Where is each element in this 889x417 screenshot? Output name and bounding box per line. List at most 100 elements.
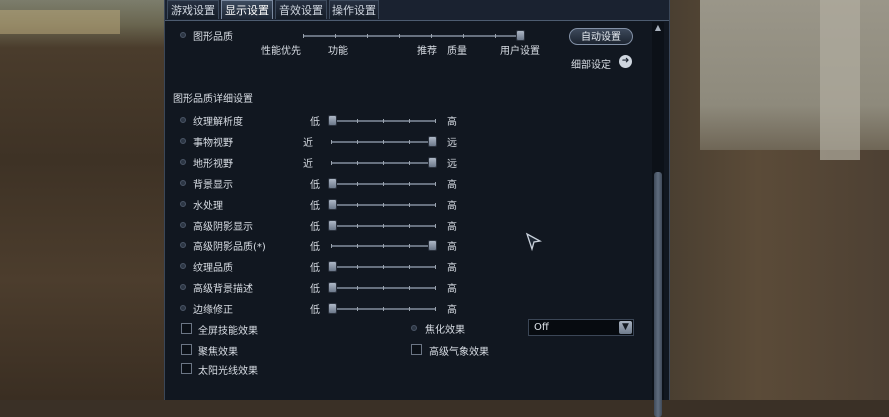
slider-tick: [357, 182, 358, 186]
slider-label: 水处理: [193, 201, 223, 212]
background-wall: [700, 0, 889, 150]
tab-bar: 游戏设置 显示设置 音效设置 操作设置: [165, 0, 669, 21]
slider-tick: [331, 161, 332, 165]
bullet-icon: [180, 201, 186, 207]
slider-tick: [383, 244, 384, 248]
slider-label: 边缘修正: [193, 305, 233, 316]
quality-mark-function: 功能: [328, 46, 348, 57]
slider-max-label: 远: [447, 159, 457, 170]
slider-max-label: 远: [447, 138, 457, 149]
slider-min-label: 低: [310, 180, 320, 191]
bullet-icon: [180, 159, 186, 165]
slider-tick: [435, 286, 436, 290]
tab-display-settings[interactable]: 显示设置: [221, 0, 273, 19]
bullet-icon: [180, 222, 186, 228]
quality-mark-user: 用户设置: [500, 46, 540, 57]
slider-min-label: 低: [310, 117, 320, 128]
bullet-icon: [180, 305, 186, 311]
scrollbar-thumb[interactable]: [654, 172, 662, 417]
bullet-icon: [180, 263, 186, 269]
slider-knob[interactable]: [328, 178, 337, 189]
slider-tick: [331, 140, 332, 144]
blur-effect-value: Off: [534, 322, 549, 333]
slider-label: 高级阴影显示: [193, 222, 253, 233]
slider-tick: [383, 119, 384, 123]
slider-tick: [409, 140, 410, 144]
slider-knob[interactable]: [428, 136, 437, 147]
slider-tick: [435, 203, 436, 207]
slider-tick: [383, 224, 384, 228]
slider-label: 纹理解析度: [193, 117, 243, 128]
bullet-icon: [180, 117, 186, 123]
arrow-right-icon[interactable]: ➜: [619, 55, 632, 68]
quality-mark-recommended: 推荐: [417, 46, 437, 57]
slider-min-label: 低: [310, 305, 320, 316]
slider-tick: [409, 265, 410, 269]
quality-slider-knob[interactable]: [516, 30, 525, 41]
slider-min-label: 近: [303, 138, 313, 149]
slider-label: 地形视野: [193, 159, 233, 170]
quality-tick: [367, 34, 368, 38]
slider-knob[interactable]: [328, 303, 337, 314]
tab-sound-settings[interactable]: 音效设置: [275, 0, 327, 19]
background-pillar: [820, 0, 860, 160]
auto-settings-button[interactable]: 自动设置: [569, 28, 633, 45]
fullscreen-skill-checkbox[interactable]: [181, 323, 192, 334]
bullet-icon: [180, 242, 186, 248]
bullet-icon: [180, 32, 186, 38]
blur-effect-dropdown[interactable]: Off ▼: [528, 319, 634, 336]
slider-tick: [409, 286, 410, 290]
slider-tick: [331, 244, 332, 248]
bullet-icon: [411, 325, 417, 331]
tab-control-settings[interactable]: 操作设置: [329, 0, 379, 19]
chevron-down-icon[interactable]: ▼: [619, 321, 632, 334]
slider-max-label: 高: [447, 305, 457, 316]
quality-tick: [303, 34, 304, 38]
slider-tick: [357, 244, 358, 248]
slider-knob[interactable]: [328, 199, 337, 210]
slider-tick: [409, 182, 410, 186]
quality-tick: [335, 34, 336, 38]
slider-tick: [435, 119, 436, 123]
slider-max-label: 高: [447, 201, 457, 212]
sunlight-effect-checkbox[interactable]: [181, 363, 192, 374]
bullet-icon: [180, 138, 186, 144]
advanced-weather-checkbox[interactable]: [411, 344, 422, 355]
slider-knob[interactable]: [328, 220, 337, 231]
slider-label: 纹理品质: [193, 263, 233, 274]
slider-label: 背景显示: [193, 180, 233, 191]
slider-tick: [435, 182, 436, 186]
slider-knob[interactable]: [328, 282, 337, 293]
quality-tick: [399, 34, 400, 38]
slider-knob[interactable]: [428, 157, 437, 168]
blur-effect-label: 焦化效果: [425, 325, 465, 336]
slider-max-label: 高: [447, 284, 457, 295]
slider-tick: [383, 140, 384, 144]
slider-tick: [409, 224, 410, 228]
slider-knob[interactable]: [328, 261, 337, 272]
slider-min-label: 低: [310, 242, 320, 253]
detail-settings-link[interactable]: 细部设定: [571, 56, 611, 71]
slider-knob[interactable]: [328, 115, 337, 126]
slider-tick: [435, 265, 436, 269]
slider-tick: [383, 307, 384, 311]
scroll-up-icon[interactable]: ▲: [653, 24, 663, 32]
quality-tick: [431, 34, 432, 38]
detail-section-title: 图形品质详细设置: [173, 94, 253, 105]
focus-effect-label: 聚焦效果: [198, 347, 238, 358]
slider-tick: [357, 286, 358, 290]
fullscreen-skill-label: 全屏技能效果: [198, 326, 258, 337]
focus-effect-checkbox[interactable]: [181, 344, 192, 355]
quality-mark-performance: 性能优先: [261, 46, 301, 57]
slider-label: 高级背景描述: [193, 284, 253, 295]
slider-tick: [409, 244, 410, 248]
slider-tick: [383, 286, 384, 290]
panel-scrollbar[interactable]: ▲: [652, 22, 664, 417]
slider-tick: [383, 182, 384, 186]
mouse-cursor-icon: [525, 232, 542, 252]
bullet-icon: [180, 284, 186, 290]
slider-tick: [409, 119, 410, 123]
slider-knob[interactable]: [428, 240, 437, 251]
tab-game-settings[interactable]: 游戏设置: [167, 0, 219, 19]
slider-tick: [357, 140, 358, 144]
